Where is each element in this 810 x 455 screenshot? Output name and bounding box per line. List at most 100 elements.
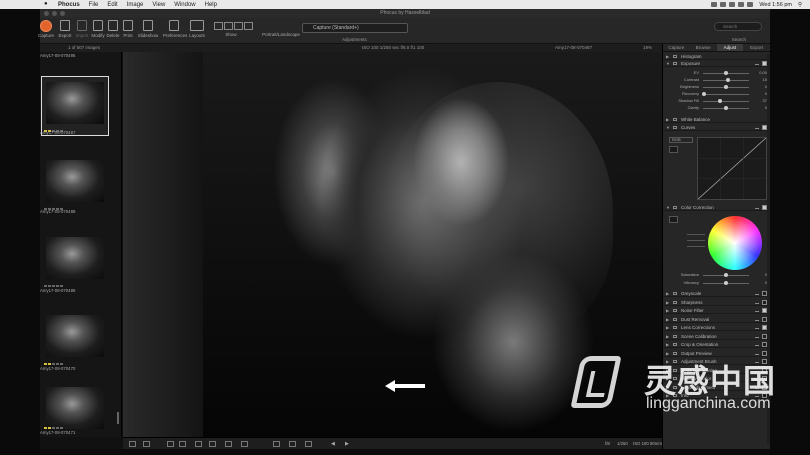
slider-value[interactable]: 0: [755, 280, 767, 285]
thumbnail-item[interactable]: [42, 155, 108, 213]
adjustments-select[interactable]: Capture (Standard+): [302, 23, 408, 33]
slider-row[interactable]: Saturation 0: [663, 272, 771, 278]
menu-image[interactable]: Image: [127, 2, 144, 8]
edit-icon[interactable]: [755, 126, 759, 129]
edit-icon[interactable]: [755, 206, 759, 209]
color-wheel[interactable]: [708, 216, 762, 270]
slider-value[interactable]: 0: [755, 105, 767, 110]
rating-stars[interactable]: [44, 363, 63, 365]
brush-tool-icon[interactable]: [209, 441, 216, 447]
crop-tool-icon[interactable]: [167, 441, 174, 447]
preferences-button[interactable]: Preferences: [163, 20, 187, 38]
search-input[interactable]: Search: [714, 22, 762, 31]
portrait-landscape-wrap[interactable]: Portrait/Landscape: [256, 32, 306, 37]
slider-knob[interactable]: [724, 281, 728, 285]
edit-icon[interactable]: [755, 343, 759, 346]
slider-knob[interactable]: [724, 273, 728, 277]
section-scene-calibration[interactable]: ▶ Scene Calibration: [663, 333, 771, 340]
menu-window[interactable]: Window: [174, 2, 195, 8]
curve-editor[interactable]: [697, 137, 767, 200]
slider-row[interactable]: Contrast 15: [663, 77, 771, 83]
slider-row[interactable]: Vibrancy 0: [663, 280, 771, 286]
compare-icon[interactable]: [273, 441, 280, 447]
section-color-correction[interactable]: ▼ Color Correction: [663, 204, 771, 211]
slideshow-button[interactable]: Slideshow: [137, 20, 159, 38]
section-greyscale[interactable]: ▶ Greyscale: [663, 290, 771, 297]
slider-knob[interactable]: [726, 78, 731, 82]
section-noise-filter[interactable]: ▶ Noise Filter: [663, 307, 771, 314]
slider-knob[interactable]: [724, 106, 728, 110]
menu-file[interactable]: File: [89, 2, 99, 8]
section-histogram[interactable]: ▶ Histogram: [663, 53, 771, 60]
view-single-icon[interactable]: [214, 22, 223, 30]
curve-channel-select[interactable]: RGB: [669, 137, 693, 143]
tab-browse[interactable]: Browse: [690, 44, 717, 51]
section-dust-removal[interactable]: ▶ Dust Removal: [663, 316, 771, 323]
single-view-icon[interactable]: [129, 441, 136, 447]
menu-help[interactable]: Help: [205, 2, 217, 8]
edit-icon[interactable]: [755, 318, 759, 321]
rating-stars[interactable]: [44, 427, 63, 429]
hand-tool-icon[interactable]: [225, 441, 232, 447]
edit-icon[interactable]: [755, 326, 759, 329]
eyedropper-icon[interactable]: [195, 441, 202, 447]
slider-row[interactable]: Clarity 0: [663, 105, 771, 111]
view-grid-icon[interactable]: [234, 22, 243, 30]
volume-icon[interactable]: [738, 2, 745, 7]
slider-value[interactable]: 37: [755, 98, 767, 103]
print-button[interactable]: Print: [117, 20, 139, 38]
section-curves[interactable]: ▼ Curves: [663, 124, 771, 131]
slider-value[interactable]: 0: [755, 91, 767, 96]
rating-stars[interactable]: [44, 285, 63, 287]
tray-app-icon[interactable]: [711, 2, 718, 7]
next-image-button[interactable]: ▶: [345, 441, 349, 447]
minimize-window-icon[interactable]: [52, 11, 57, 16]
menu-phocus[interactable]: Phocus: [58, 2, 80, 8]
edit-icon[interactable]: [755, 309, 759, 312]
close-window-icon[interactable]: [44, 11, 49, 16]
slider-value[interactable]: 0: [755, 84, 767, 89]
section-exposure[interactable]: ▼ Exposure: [663, 60, 771, 67]
section-sharpness[interactable]: ▶ Sharpness: [663, 299, 771, 306]
apple-icon[interactable]: ●: [44, 1, 48, 7]
view-strip-icon[interactable]: [244, 22, 253, 30]
section-crop-orientation[interactable]: ▶ Crop & Orientation: [663, 341, 771, 348]
menu-edit[interactable]: Edit: [107, 2, 117, 8]
section-lens-corrections[interactable]: ▶ Lens Corrections: [663, 324, 771, 331]
menubar-clock[interactable]: Wed 1:56 pm: [759, 2, 792, 8]
zoom-window-icon[interactable]: [60, 11, 65, 16]
battery-icon[interactable]: [747, 2, 754, 7]
edit-icon[interactable]: [755, 292, 759, 295]
slider-value[interactable]: 0.00: [755, 70, 767, 75]
tray-app-icon[interactable]: [720, 2, 727, 7]
thumbnail-item[interactable]: [42, 232, 108, 290]
slider-track[interactable]: [703, 94, 749, 95]
tab-capture[interactable]: Capture: [663, 44, 690, 51]
layout-icon[interactable]: [289, 441, 296, 447]
loupe-icon[interactable]: [241, 441, 248, 447]
tab-adjust[interactable]: Adjust: [716, 44, 744, 51]
hue-range-slider[interactable]: [681, 232, 705, 236]
slider-knob[interactable]: [701, 92, 706, 96]
previous-image-button[interactable]: ◀: [331, 441, 335, 447]
slider-value[interactable]: 15: [755, 77, 767, 82]
strip-scrollbar[interactable]: [117, 412, 119, 424]
rotate-tool-icon[interactable]: [179, 441, 186, 447]
edit-icon[interactable]: [755, 301, 759, 304]
menu-view[interactable]: View: [152, 2, 165, 8]
eyedropper-icon[interactable]: [669, 146, 678, 153]
tab-export[interactable]: Export: [743, 44, 770, 51]
edit-icon[interactable]: [755, 62, 759, 65]
lightness-range-slider[interactable]: [681, 244, 705, 248]
edit-icon[interactable]: [755, 335, 759, 338]
thumbnail-item[interactable]: [42, 310, 108, 368]
thumbnail-item[interactable]: [42, 382, 108, 432]
slider-value[interactable]: 0: [755, 272, 767, 277]
overlay-icon[interactable]: [305, 441, 312, 447]
view-compare-icon[interactable]: [224, 22, 233, 30]
saturation-range-slider[interactable]: [681, 238, 705, 242]
edit-icon[interactable]: [755, 352, 759, 355]
slider-knob[interactable]: [724, 85, 728, 89]
section-white-balance[interactable]: ▶ White Balance: [663, 116, 771, 123]
spotlight-icon[interactable]: ⚲: [798, 2, 802, 8]
